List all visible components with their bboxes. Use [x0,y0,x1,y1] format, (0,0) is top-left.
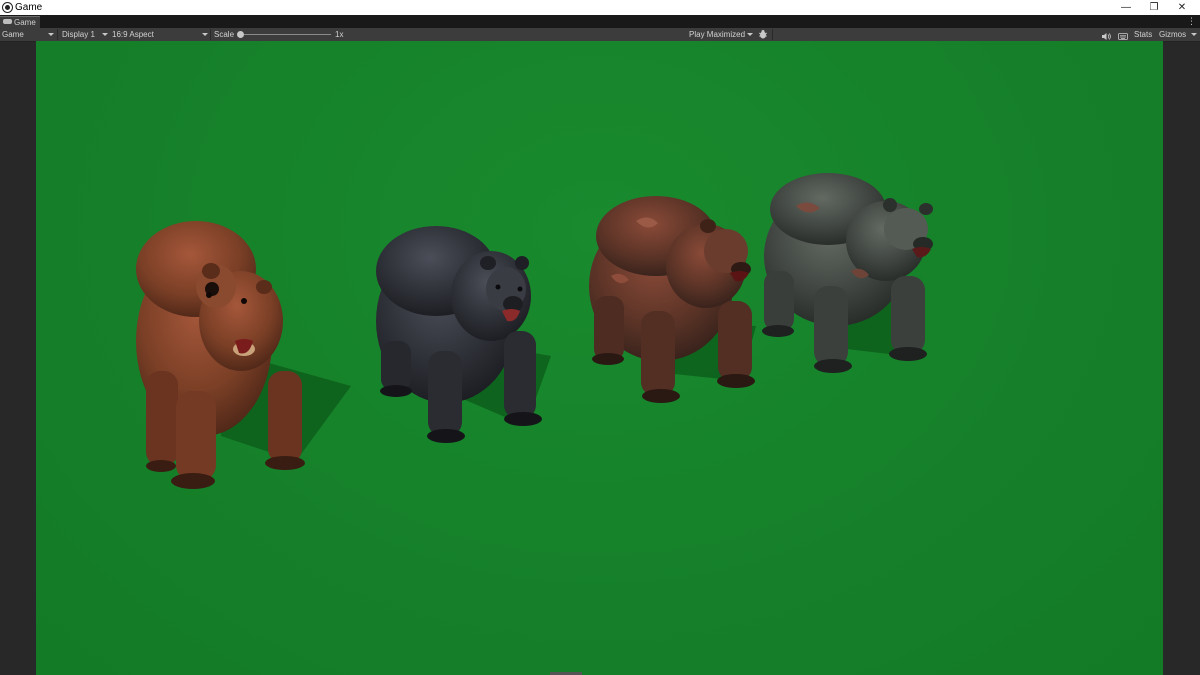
bug-icon[interactable] [758,30,768,39]
tab-game-label: Game [14,18,36,27]
play-mode-label: Play Maximized [689,30,746,39]
toolbar-divider [57,29,58,40]
scale-value: 1x [335,30,344,39]
aspect-chevron-down-icon[interactable] [202,28,208,41]
aspect-dropdown[interactable]: 16:9 Aspect [112,28,154,41]
window-title-bar: Game — ❐ ✕ [0,0,1200,15]
display-dropdown[interactable]: Display 1 [62,28,95,41]
play-mode-chevron-down-icon[interactable] [747,28,753,41]
display-label: Display 1 [62,30,95,39]
toolbar-divider [772,29,773,40]
stats-button[interactable]: Stats [1134,28,1152,41]
minimize-button[interactable]: — [1112,0,1140,15]
bear-zombie-red [589,196,756,403]
gamepad-icon [3,19,12,25]
view-mode-chevron-down-icon[interactable] [48,28,54,41]
bear-brown [136,221,351,489]
speaker-icon[interactable] [1102,31,1111,40]
toolbar-divider [210,29,211,40]
unity-logo-icon [2,2,13,13]
scale-slider-track[interactable] [240,34,331,35]
window-title: Game [15,2,43,13]
play-mode-dropdown[interactable]: Play Maximized [689,28,745,41]
game-view-toolbar: Game Display 1 16:9 Aspect Scale 1x Play… [0,28,1200,42]
bear-zombie-green [762,173,933,373]
gizmos-chevron-down-icon[interactable] [1191,28,1197,41]
tab-menu-button[interactable]: ⋮ [1187,15,1196,28]
game-viewport[interactable] [36,41,1163,675]
restore-button[interactable]: ❐ [1140,0,1168,15]
display-chevron-down-icon[interactable] [102,28,108,41]
close-button[interactable]: ✕ [1168,0,1196,15]
view-mode-label: Game [2,30,24,39]
view-mode-dropdown[interactable]: Game [2,28,24,41]
keyboard-icon[interactable] [1118,31,1128,40]
aspect-label: 16:9 Aspect [112,30,154,39]
game-scene [136,173,933,489]
gizmos-button[interactable]: Gizmos [1159,28,1186,41]
bear-black [376,226,551,443]
scale-label: Scale [214,30,235,39]
tab-game[interactable]: Game [0,16,40,28]
scale-slider-thumb[interactable] [237,31,244,38]
tab-strip: Game ⋮ [0,15,1200,28]
